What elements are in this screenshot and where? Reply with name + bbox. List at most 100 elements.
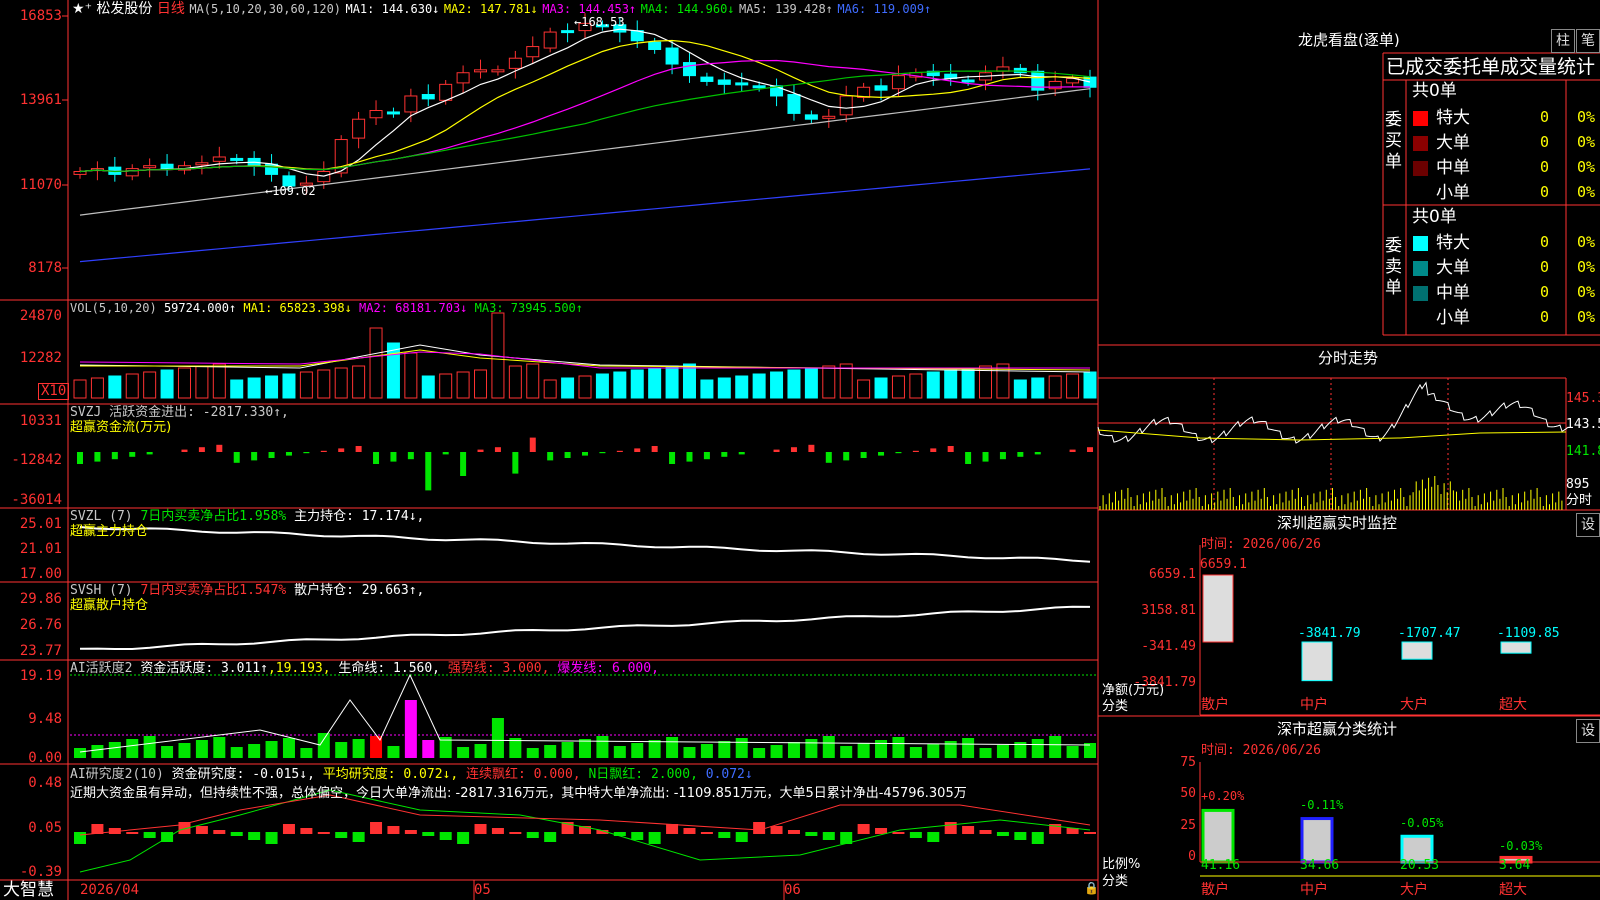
research-bar-43 xyxy=(822,832,835,840)
volume-bar-1 xyxy=(90,377,104,399)
lock-icon[interactable]: 🔒 xyxy=(1084,880,1099,896)
sz-monitor-xlabel: 分类 xyxy=(1102,699,1129,714)
svzj-bar-31 xyxy=(616,450,623,452)
vol-unit-badge[interactable]: X10 xyxy=(38,383,70,400)
sz-class-settings-button[interactable]: 设 xyxy=(1576,719,1600,743)
svsh-axis-3: 23.77 xyxy=(19,643,62,659)
volume-bar-3 xyxy=(125,373,139,399)
buy-row-pct-3: 0% xyxy=(1577,183,1596,201)
activity-bar-48 xyxy=(909,747,922,758)
research-bar-8 xyxy=(213,830,226,834)
research-bar-32 xyxy=(631,832,644,840)
activity-bar-33 xyxy=(648,740,661,758)
svsh-sub: 超赢散户持仓 xyxy=(70,598,149,613)
activity-bar-34 xyxy=(666,737,679,758)
vol-ma2: MA2: 68181.703↓ xyxy=(359,301,468,315)
volume-bar-39 xyxy=(752,373,766,399)
intraday-vol-unit: 分时 xyxy=(1566,493,1593,508)
svzj-bar-2 xyxy=(111,452,118,460)
candle-body-8 xyxy=(212,156,226,162)
research-bar-48 xyxy=(909,832,922,838)
activity-bar-35 xyxy=(683,747,696,758)
sz-monitor-cat-2: 中户 xyxy=(1300,697,1328,713)
price-axis-4: 8178 xyxy=(28,260,62,276)
activity-bar-39 xyxy=(753,748,766,758)
sell-row-pct-3: 0% xyxy=(1577,308,1596,326)
activity-bar-7 xyxy=(195,740,208,758)
svzj-bar-1 xyxy=(94,452,101,462)
svzj-bar-43 xyxy=(825,452,832,463)
svzj-bar-38 xyxy=(738,452,745,455)
research-bar-4 xyxy=(143,832,156,838)
activity-bar-10 xyxy=(248,744,261,758)
sz-class-change-2: -0.11% xyxy=(1300,798,1344,812)
research-bar-15 xyxy=(335,832,348,838)
candle-body-22 xyxy=(456,72,470,84)
buy-orders-label: 委买单 xyxy=(1385,110,1402,172)
volume-bar-23 xyxy=(474,369,488,399)
sz-class-time: 时间: 2026/06/26 xyxy=(1201,743,1321,758)
buy-row-pct-2: 0% xyxy=(1577,158,1596,176)
date-label-start: 2026/04 xyxy=(80,882,140,898)
research-bar-36 xyxy=(700,832,713,834)
svzj-bar-0 xyxy=(77,452,83,464)
svzj-bar-9 xyxy=(233,452,240,463)
sz-monitor-axis-1: 6659.1 xyxy=(1149,567,1196,582)
stock-name[interactable]: 松发股份 xyxy=(96,1,152,17)
activity-bar-46 xyxy=(875,740,888,758)
price-axis-1: 16853 xyxy=(19,8,62,24)
activity-bar-9 xyxy=(230,747,243,758)
pen-toggle-button[interactable]: 笔 xyxy=(1576,29,1600,53)
svzl-line xyxy=(79,526,1091,563)
research-bar-16 xyxy=(352,832,365,842)
volume-bar-27 xyxy=(543,379,557,399)
volume-bar-34 xyxy=(665,365,679,399)
pillar-toggle-button[interactable]: 柱 xyxy=(1551,29,1575,53)
low-price-label: ←109.02 xyxy=(265,184,316,198)
chart-canvas[interactable] xyxy=(0,0,1600,900)
candle-body-27 xyxy=(543,31,557,49)
longhu-stat-title: 已成交委托单成交量统计 xyxy=(1386,56,1596,78)
svzj-axis-2: -12842 xyxy=(11,452,62,468)
sz-monitor-settings-button[interactable]: 设 xyxy=(1576,513,1600,537)
research-bar-24 xyxy=(491,828,504,834)
sz-monitor-label-mid: -3841.79 xyxy=(1298,626,1361,641)
sz-class-axis-3: 25 xyxy=(1180,818,1196,833)
research-bar-17 xyxy=(370,822,383,834)
period-label[interactable]: 日线 xyxy=(157,1,185,17)
candle-body-3 xyxy=(125,168,139,177)
sz-class-title: 深市超赢分类统计 xyxy=(1277,720,1398,738)
buy-row-swatch-3 xyxy=(1413,186,1428,201)
activity-bar-42 xyxy=(805,739,818,758)
svzj-bar-22 xyxy=(460,452,467,476)
candle-body-41 xyxy=(787,94,801,114)
vol-axis-2: 12282 xyxy=(19,350,62,366)
sell-row-count-3: 0 xyxy=(1540,308,1550,326)
sell-row-swatch-0 xyxy=(1413,236,1428,251)
activity-bar-41 xyxy=(787,742,800,758)
activity-bar-38 xyxy=(735,738,748,758)
volume-bar-2 xyxy=(108,375,122,399)
sz-monitor-bar-2 xyxy=(1401,641,1433,660)
volume-bar-54 xyxy=(1013,379,1027,399)
volume-bar-22 xyxy=(456,371,470,399)
sell-row-swatch-1 xyxy=(1413,261,1428,276)
sz-class-cat-3: 大户 xyxy=(1400,882,1428,898)
sell-row-swatch-3 xyxy=(1413,311,1428,326)
research-bar-13 xyxy=(300,828,313,834)
research-bar-31 xyxy=(613,832,626,836)
svzj-bar-54 xyxy=(1017,452,1024,457)
brand-logo[interactable]: 大智慧 xyxy=(3,880,54,900)
intraday-avg-line xyxy=(1097,429,1567,441)
volume-bar-35 xyxy=(682,363,696,399)
activity-bar-16 xyxy=(352,739,365,758)
activity-bar-18 xyxy=(387,746,400,758)
activity-bar-14 xyxy=(317,733,330,758)
sz-monitor-cat-3: 大户 xyxy=(1400,697,1428,713)
activity-bar-3 xyxy=(126,739,139,758)
price-axis-2: 13961 xyxy=(19,92,62,108)
buy-row-count-1: 0 xyxy=(1540,133,1550,151)
activity-bar-40 xyxy=(770,745,783,758)
sz-monitor-bar-0 xyxy=(1202,574,1234,643)
svzj-bar-20 xyxy=(425,452,432,491)
